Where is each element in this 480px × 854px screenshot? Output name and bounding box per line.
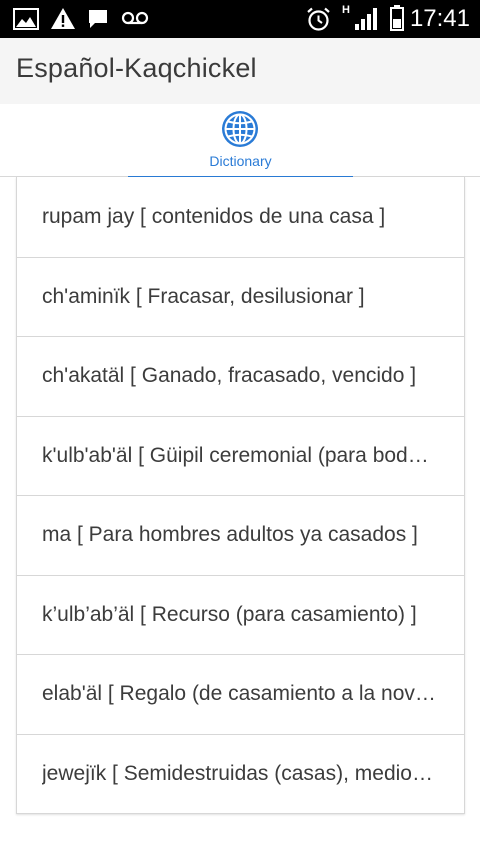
entry-text: k'ulb'ab'äl [ Güipil ceremonial (para bo… — [42, 443, 438, 467]
battery-icon — [390, 5, 404, 31]
entry-text: ch'aminïk [ Fracasar, desilusionar ] — [42, 284, 365, 308]
list-item[interactable]: jewejïk [ Semidestruidas (casas), medio … — [17, 733, 464, 814]
tab-strip: Dictionary — [0, 104, 480, 178]
entry-text: k’ulb’ab’äl [ Recurso (para casamiento) … — [42, 602, 417, 626]
list-item[interactable]: ch'akatäl [ Ganado, fracasado, vencido ] — [17, 336, 464, 416]
tab-label: Dictionary — [209, 153, 272, 169]
message-icon — [89, 10, 107, 28]
signal-icon — [355, 8, 377, 30]
gallery-icon — [13, 8, 39, 30]
entry-text: jewejïk [ Semidestruidas (casas), medio … — [42, 761, 438, 785]
list-item[interactable]: ma [ Para hombres adultos ya casados ] — [17, 495, 464, 575]
list-item[interactable]: ch'aminïk [ Fracasar, desilusionar ] — [17, 256, 464, 337]
tab-dictionary[interactable]: Dictionary — [128, 104, 353, 178]
entry-text: elab'äl [ Regalo (de casamiento a la nov… — [42, 682, 438, 706]
entry-text: rupam jay [ contenidos de una casa ] — [42, 204, 386, 228]
warning-icon — [51, 8, 75, 29]
app-title: Español-Kaqchickel — [16, 53, 257, 83]
list-item[interactable]: elab'äl [ Regalo (de casamiento a la nov… — [17, 654, 464, 734]
entry-list: rupam jay [ contenidos de una casa ] ch'… — [16, 177, 465, 814]
globe-icon — [222, 111, 258, 147]
network-type-label: H — [342, 4, 350, 16]
list-item[interactable]: rupam jay [ contenidos de una casa ] — [17, 177, 464, 257]
entry-text: ma [ Para hombres adultos ya casados ] — [42, 523, 418, 547]
status-time: 17:41 — [409, 5, 470, 32]
voicemail-icon — [121, 11, 149, 25]
list-item[interactable]: k’ulb’ab’äl [ Recurso (para casamiento) … — [17, 574, 464, 655]
alarm-icon — [307, 7, 330, 31]
status-bar: H 17:41 — [0, 0, 480, 38]
list-item[interactable]: k'ulb'ab'äl [ Güipil ceremonial (para bo… — [17, 415, 464, 496]
app-bar: Español-Kaqchickel — [0, 38, 480, 104]
entry-text: ch'akatäl [ Ganado, fracasado, vencido ] — [42, 364, 417, 388]
